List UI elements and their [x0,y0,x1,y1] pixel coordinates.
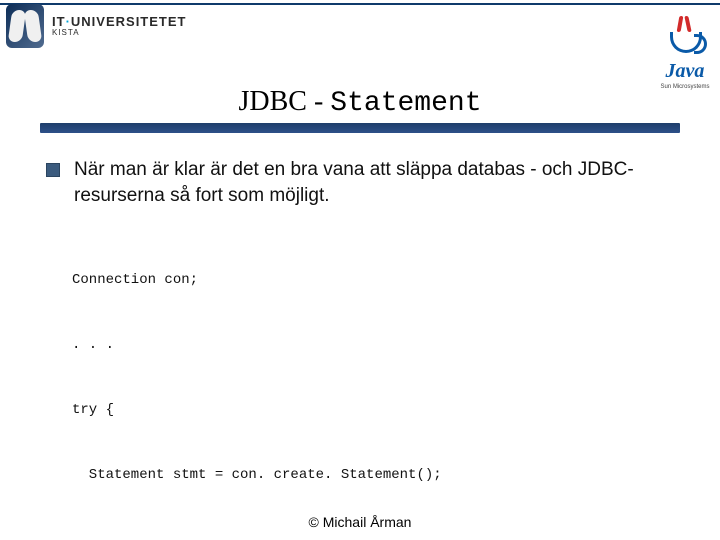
org-logo: IT·UNIVERSITETET KISTA [6,4,186,48]
code-block: Connection con; . . . try { Statement st… [72,226,690,540]
steam-icon [684,16,691,32]
code-line: Statement stmt = con. create. Statement(… [72,465,690,487]
slide-body: När man är klar är det en bra vana att s… [46,157,690,540]
steam-icon [677,16,684,32]
slide-title: JDBC - Statement [238,85,481,119]
code-line: try { [72,400,690,422]
code-line: . . . [72,335,690,357]
org-logo-text: IT·UNIVERSITETET KISTA [52,15,186,37]
java-cup-icon [664,16,704,56]
title-plain: JDBC - [238,86,330,117]
code-line: . . . [72,530,690,540]
slide-footer: © Michail Årman [0,514,720,530]
slide-header: IT·UNIVERSITETET KISTA Java Sun Microsys… [0,0,720,55]
org-line1-a: IT [52,14,66,29]
java-wordmark: Java [654,60,716,83]
org-line2: KISTA [52,29,186,37]
cup-handle-icon [694,34,707,54]
bullet-item: När man är klar är det en bra vana att s… [46,157,690,208]
title-mono: Statement [330,88,481,119]
square-bullet-icon [46,163,60,177]
title-row: JDBC - Statement [0,85,720,133]
bullet-text: När man är klar är det en bra vana att s… [74,157,690,208]
title-underline [40,123,680,133]
code-line: Connection con; [72,270,690,292]
org-line1-b: UNIVERSITETET [71,14,187,29]
org-logo-mark [6,4,44,48]
